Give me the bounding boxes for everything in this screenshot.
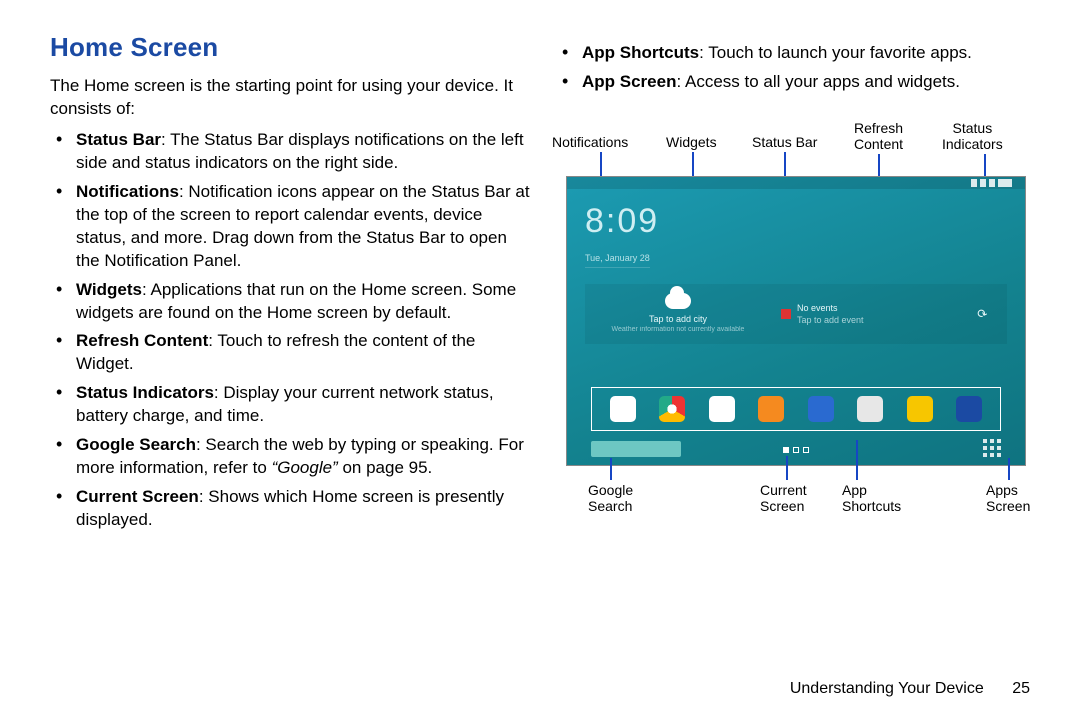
callout-notifications-label: Notifications [552,134,628,150]
callout-appshort-label: AppShortcuts [842,482,901,514]
bullet-status-indicators: Status Indicators: Display your current … [70,382,530,428]
app-mail-icon[interactable] [610,396,636,422]
status-bar [567,177,1025,189]
bullet-app-shortcuts: App Shortcuts: Touch to launch your favo… [576,42,1040,65]
callout-refresh-label: RefreshContent [854,120,903,152]
page-footer: Understanding Your Device 25 [790,678,1030,700]
app-play-icon[interactable] [709,396,735,422]
callout-appshort-line [856,440,858,480]
events-widget: No events Tap to add event [771,296,957,332]
app-camera-icon[interactable] [857,396,883,422]
footer-page-number: 25 [1012,680,1030,697]
calendar-icon [781,309,791,319]
tablet-screenshot: 8:09 Tue, January 28 Tap to add city Wea… [566,176,1026,466]
bullet-refresh-content: Refresh Content: Touch to refresh the co… [70,330,530,376]
clock-time: 8:09 [585,199,1007,245]
apps-screen-button[interactable] [983,439,1001,457]
bullet-notifications: Notifications: Notification icons appear… [70,181,530,273]
callout-current-label: CurrentScreen [760,482,807,514]
app-gallery-icon[interactable] [907,396,933,422]
right-bullet-list: App Shortcuts: Touch to launch your favo… [556,42,1040,94]
refresh-widget-button[interactable]: ⟳ [957,306,1007,322]
clock-date: Tue, January 28 [585,252,650,268]
home-screen-diagram: Notifications Widgets Status Bar Refresh… [556,116,1036,516]
google-search-bar[interactable] [591,441,681,457]
refresh-icon: ⟳ [975,305,990,324]
callout-apps-line [1008,458,1010,480]
callout-statusbar-label: Status Bar [752,134,817,150]
page-title: Home Screen [50,30,530,65]
app-settings-icon[interactable] [956,396,982,422]
cloud-icon [665,293,691,309]
app-chrome-icon[interactable] [659,396,685,422]
bullet-google-search: Google Search: Search the web by typing … [70,434,530,480]
right-column: App Shortcuts: Touch to launch your favo… [556,30,1040,538]
callout-statusind-label: StatusIndicators [942,120,1003,152]
footer-chapter: Understanding Your Device [790,680,984,697]
bullet-status-bar: Status Bar: The Status Bar displays noti… [70,129,530,175]
intro-text: The Home screen is the starting point fo… [50,75,530,121]
bullet-widgets: Widgets: Applications that run on the Ho… [70,279,530,325]
callout-google-label: GoogleSearch [588,482,633,514]
left-bullet-list: Status Bar: The Status Bar displays noti… [50,129,530,532]
callout-widgets-label: Widgets [666,134,717,150]
clock-widget: 8:09 Tue, January 28 [567,189,1025,272]
callout-current-line [786,456,788,480]
bullet-app-screen: App Screen: Access to all your apps and … [576,71,1040,94]
widget-panel: Tap to add city Weather information not … [585,284,1007,344]
left-column: Home Screen The Home screen is the start… [50,30,530,538]
weather-widget: Tap to add city Weather information not … [585,287,771,341]
app-contacts-icon[interactable] [758,396,784,422]
page-indicator[interactable] [783,447,809,453]
callout-google-line [610,458,612,480]
app-dock [591,387,1001,431]
callout-apps-label: AppsScreen [986,482,1030,514]
bullet-current-screen: Current Screen: Shows which Home screen … [70,486,530,532]
app-browser-icon[interactable] [808,396,834,422]
